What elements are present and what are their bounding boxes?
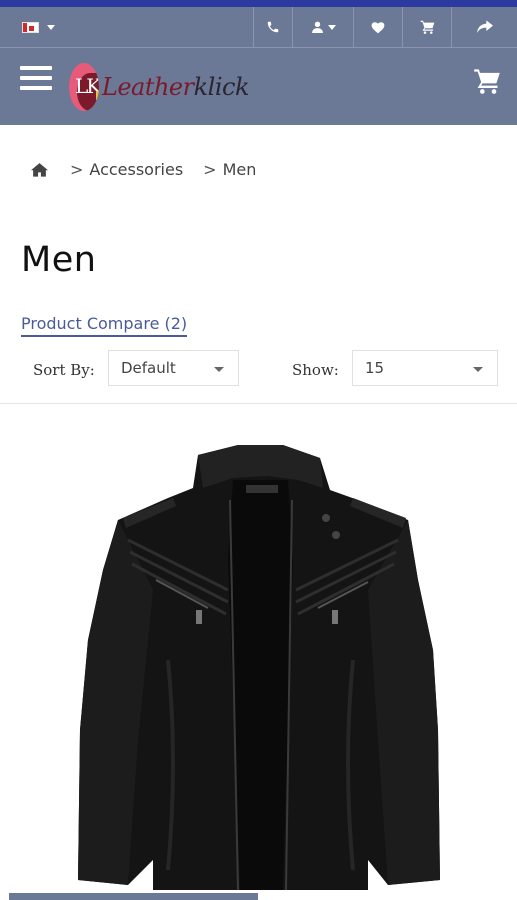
chevron-down-icon: [47, 24, 55, 30]
sort-value: Default: [121, 359, 176, 377]
show-value: 15: [365, 359, 385, 377]
bottom-accent-bar: [9, 893, 258, 900]
user-icon: [311, 21, 323, 33]
menu-icon[interactable]: [20, 66, 52, 92]
cart-icon: [474, 69, 500, 94]
breadcrumb: > Accessories > Men: [31, 158, 256, 180]
home-icon[interactable]: [31, 162, 48, 177]
sort-select[interactable]: Default: [108, 350, 239, 386]
cart-icon: [420, 20, 434, 34]
page-title: Men: [21, 240, 97, 280]
site-header: LK Leatherklick: [0, 48, 517, 125]
flag-icon: [22, 21, 39, 33]
chevron-down-icon: [473, 367, 483, 372]
product-compare-link[interactable]: Product Compare (2): [21, 314, 188, 337]
phone-button[interactable]: [253, 7, 292, 47]
language-selector[interactable]: [0, 7, 253, 47]
breadcrumb-item-accessories[interactable]: Accessories: [89, 160, 183, 179]
account-button[interactable]: [292, 7, 353, 47]
wishlist-button[interactable]: [353, 7, 402, 47]
logo-mark: LK: [69, 63, 99, 111]
header-cart-button[interactable]: [473, 68, 501, 98]
heart-icon: [371, 22, 385, 34]
phone-icon: [267, 21, 279, 33]
breadcrumb-item-men[interactable]: Men: [223, 160, 257, 179]
chevron-down-icon: [327, 24, 336, 30]
product-toolbar: Sort By: Default Show: 15: [0, 350, 517, 404]
top-bar: [0, 7, 517, 48]
chevron-down-icon: [214, 367, 224, 372]
leather-jacket-image: [78, 445, 440, 891]
show-select[interactable]: 15: [352, 350, 498, 386]
logo-text: Leatherklick: [101, 73, 250, 101]
site-logo[interactable]: LK Leatherklick: [69, 63, 250, 111]
show-label: Show:: [292, 361, 339, 379]
share-icon: [476, 20, 493, 33]
cart-button[interactable]: [402, 7, 451, 47]
top-accent-bar: [0, 0, 517, 7]
sort-label: Sort By:: [33, 361, 95, 379]
share-button[interactable]: [451, 7, 517, 47]
product-image[interactable]: [68, 440, 450, 891]
